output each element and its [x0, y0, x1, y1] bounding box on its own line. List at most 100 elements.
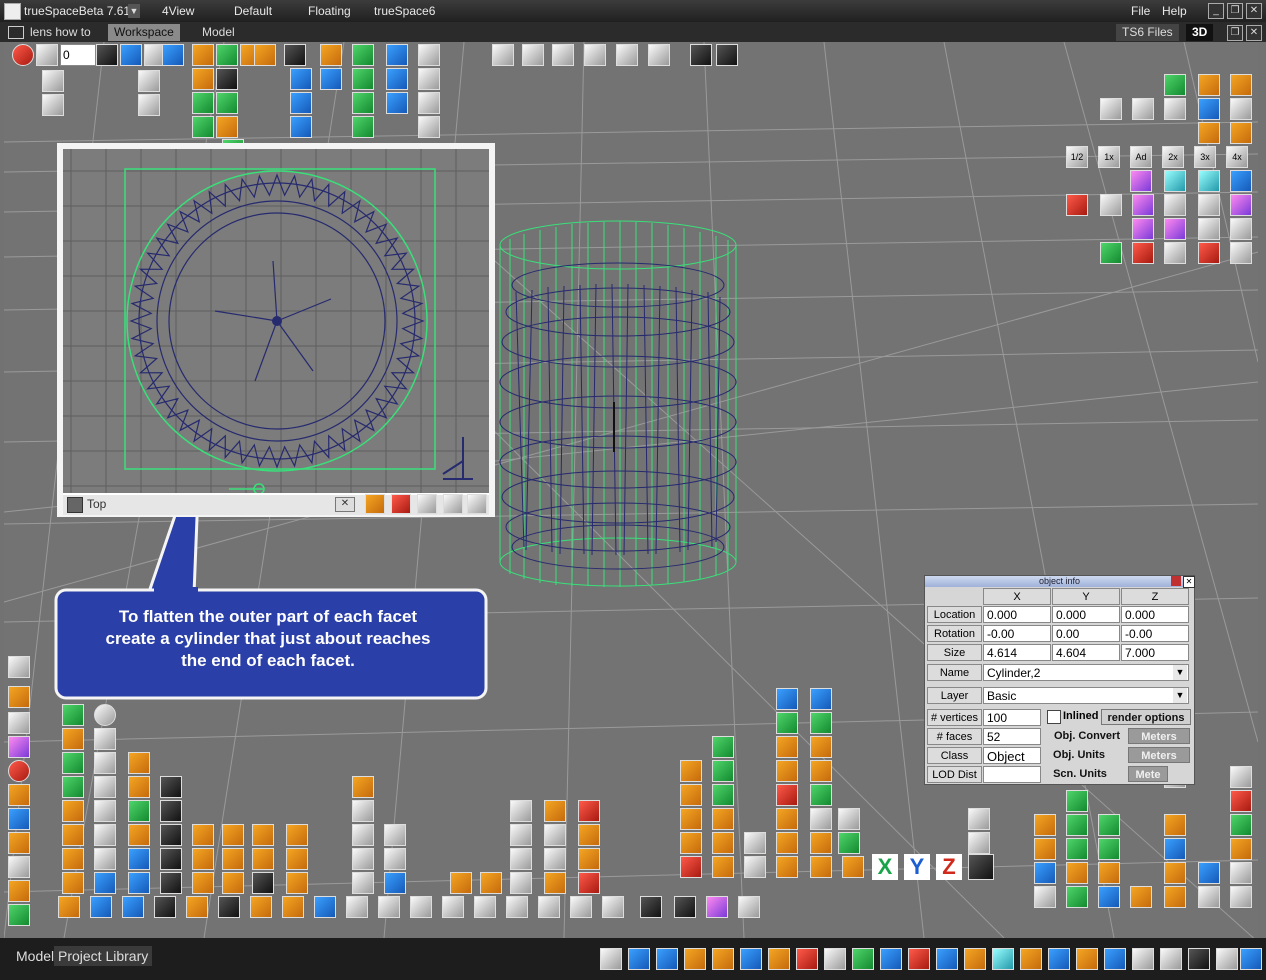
- col-a-12-icon[interactable]: [712, 856, 734, 878]
- left-tool-2-icon[interactable]: [8, 686, 30, 708]
- bt-10-icon[interactable]: [936, 948, 958, 970]
- bt-y-icon[interactable]: [880, 948, 902, 970]
- prim-23-icon[interactable]: [286, 824, 308, 846]
- opengl-icon[interactable]: [968, 832, 990, 854]
- strip-6-icon[interactable]: [218, 896, 240, 918]
- prim-59-icon[interactable]: [578, 872, 600, 894]
- material-15-icon[interactable]: [1100, 242, 1122, 264]
- bt-5-icon[interactable]: [712, 948, 734, 970]
- material-10-icon[interactable]: [1230, 194, 1252, 216]
- inlined-checkbox[interactable]: [1047, 710, 1061, 724]
- zoom-4x-button[interactable]: 4x: [1226, 146, 1248, 168]
- strip-14-icon[interactable]: [474, 896, 496, 918]
- left-tool-6-icon[interactable]: [8, 784, 30, 806]
- prim-41-icon[interactable]: [352, 800, 374, 822]
- render-tool-10-icon[interactable]: [1230, 122, 1252, 144]
- object-tool-6-icon[interactable]: [192, 92, 214, 114]
- col-a-8-icon[interactable]: [680, 832, 702, 854]
- material-12-icon[interactable]: [1164, 218, 1186, 240]
- nav-tool-8-icon[interactable]: [716, 44, 738, 66]
- boolean-tool-1-icon[interactable]: [320, 44, 342, 66]
- rb-16-icon[interactable]: [1164, 814, 1186, 836]
- col-a-3-icon[interactable]: [712, 760, 734, 782]
- bt-2-icon[interactable]: [628, 948, 650, 970]
- mesh-tool-2-icon[interactable]: [352, 68, 374, 90]
- prim-10-icon[interactable]: [128, 776, 150, 798]
- layout-dropdown-icon[interactable]: ▼: [128, 4, 140, 18]
- top-view-tool-1-icon[interactable]: [365, 494, 385, 514]
- prim-12-icon[interactable]: [62, 800, 84, 822]
- minimize-icon[interactable]: _: [1208, 3, 1224, 19]
- prim-49-icon[interactable]: [544, 800, 566, 822]
- nav-scale-icon[interactable]: [552, 44, 574, 66]
- bt-11-icon[interactable]: [964, 948, 986, 970]
- prim-21-icon[interactable]: [222, 824, 244, 846]
- bt-1-icon[interactable]: [600, 948, 622, 970]
- strip-3-icon[interactable]: [122, 896, 144, 918]
- boolean-tool-5-icon[interactable]: [290, 116, 312, 138]
- top-view-move-icon[interactable]: [417, 494, 437, 514]
- prim-1-icon[interactable]: [62, 704, 84, 726]
- axis-y-button[interactable]: Y: [904, 854, 930, 880]
- shield-icon[interactable]: [968, 808, 990, 830]
- prim-57-icon[interactable]: [510, 872, 532, 894]
- prim-33-icon[interactable]: [94, 872, 116, 894]
- material-9-icon[interactable]: [1198, 194, 1220, 216]
- strip-11-icon[interactable]: [378, 896, 400, 918]
- mesh-tool-6-icon[interactable]: [386, 68, 408, 90]
- prim-52-icon[interactable]: [544, 824, 566, 846]
- left-tool-9-icon[interactable]: [8, 856, 30, 878]
- strip-20-icon[interactable]: [674, 896, 696, 918]
- col-b-5-icon[interactable]: [776, 736, 798, 758]
- name-field[interactable]: Cylinder,2: [983, 664, 1189, 681]
- location-x-field[interactable]: 0.000: [983, 606, 1051, 623]
- prim-30-icon[interactable]: [252, 848, 274, 870]
- col-b-12-icon[interactable]: [810, 808, 832, 830]
- rb-18-icon[interactable]: [1164, 862, 1186, 884]
- layout-truespace6[interactable]: trueSpace6: [374, 4, 435, 18]
- layout-floating[interactable]: Floating: [308, 4, 351, 18]
- prim-56-icon[interactable]: [578, 848, 600, 870]
- col-a-13-icon[interactable]: [744, 856, 766, 878]
- prim-8-icon[interactable]: [62, 776, 84, 798]
- prim-29-icon[interactable]: [222, 848, 244, 870]
- menu-file[interactable]: File: [1131, 4, 1150, 18]
- tab-workspace[interactable]: Workspace: [108, 24, 180, 41]
- menu-help[interactable]: Help: [1162, 4, 1187, 18]
- step-forward-icon[interactable]: [138, 70, 160, 92]
- rb-4-icon[interactable]: [1098, 814, 1120, 836]
- render-tool-8-icon[interactable]: [1230, 98, 1252, 120]
- axis-all-icon[interactable]: [968, 854, 994, 880]
- material-5-icon[interactable]: [1066, 194, 1088, 216]
- nav-tool-4-icon[interactable]: [584, 44, 606, 66]
- object-tool-8-icon[interactable]: [192, 116, 214, 138]
- boolean-tool-2-icon[interactable]: [290, 68, 312, 90]
- bt-15-icon[interactable]: [1076, 948, 1098, 970]
- col-b-13-icon[interactable]: [838, 808, 860, 830]
- col-b-18-icon[interactable]: [810, 856, 832, 878]
- prim-9-icon[interactable]: [94, 776, 116, 798]
- col-b-8-icon[interactable]: [810, 760, 832, 782]
- rb-3-icon[interactable]: [1066, 814, 1088, 836]
- bt-21-icon[interactable]: [1240, 948, 1262, 970]
- location-z-field[interactable]: 0.000: [1121, 606, 1189, 623]
- rewind-start-icon[interactable]: [36, 44, 58, 66]
- rb-10-icon[interactable]: [1098, 862, 1120, 884]
- bt-16-icon[interactable]: [1104, 948, 1126, 970]
- bt-9-icon[interactable]: [824, 948, 846, 970]
- strip-7-icon[interactable]: [250, 896, 272, 918]
- prim-15-icon[interactable]: [160, 800, 182, 822]
- left-tool-10-icon[interactable]: [8, 880, 30, 902]
- col-b-1-icon[interactable]: [776, 688, 798, 710]
- location-y-field[interactable]: 0.000: [1052, 606, 1120, 623]
- rotation-x-field[interactable]: -0.00: [983, 625, 1051, 642]
- prim-54-icon[interactable]: [510, 848, 532, 870]
- script-tool-2-icon[interactable]: [418, 68, 440, 90]
- prim-53-icon[interactable]: [578, 824, 600, 846]
- lens-label[interactable]: lens how to: [24, 24, 97, 41]
- material-11-icon[interactable]: [1132, 218, 1154, 240]
- script-tool-1-icon[interactable]: [418, 44, 440, 66]
- rb-11-icon[interactable]: [1034, 886, 1056, 908]
- layout-default[interactable]: Default: [234, 4, 272, 18]
- col-a-11-icon[interactable]: [680, 856, 702, 878]
